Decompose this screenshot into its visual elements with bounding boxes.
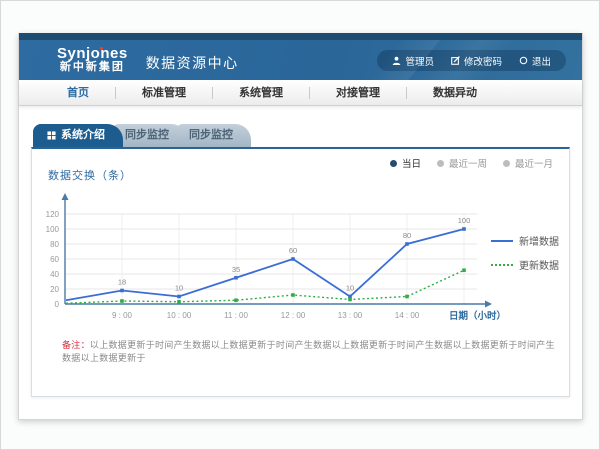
grid-icon [47,131,56,140]
radio-last-month-dot [503,160,510,167]
nav-item-interface-mgmt[interactable]: 对接管理 [310,87,407,99]
svg-text:9 : 00: 9 : 00 [112,311,133,320]
tab-sync-monitor-1-label: 同步监控 [125,124,169,147]
svg-text:120: 120 [46,210,60,219]
user-menu-admin[interactable]: 管理员 [392,54,434,68]
svg-text:60: 60 [289,246,297,255]
tab-system-intro-label: 系统介绍 [61,124,105,147]
radio-last-week[interactable]: 最近一周 [437,156,487,170]
logout-button[interactable]: 退出 [519,54,551,68]
nav-item-data-change[interactable]: 数据异动 [407,87,503,99]
user-menu-admin-label: 管理员 [405,54,434,68]
tab-bar: 系统介绍 同步监控 同步监控 [31,124,570,147]
svg-text:10: 10 [175,284,183,293]
logo-subtext: 新中新集团 [57,62,128,74]
user-toolbar: 管理员 修改密码 退出 [377,50,566,71]
radio-last-week-dot [437,160,444,167]
footnote-text: 以上数据更新于时间产生数据以上数据更新于时间产生数据以上数据更新于时间产生数据以… [62,340,555,363]
legend-updated-data-label: 更新数据 [519,257,559,272]
svg-text:0: 0 [55,300,60,309]
chart-panel: 当日 最近一周 最近一月 数据交换（条） 0 20 40 60 80 100 120 9 : … [31,147,570,397]
radio-last-month-label: 最近一月 [515,156,553,170]
nav-item-home[interactable]: 首页 [41,87,116,99]
chart-y-axis-title: 数据交换（条） [48,167,132,183]
chart-legend: 新增数据 更新数据 [491,233,559,272]
legend-line-dotted [491,264,513,266]
svg-text:80: 80 [50,240,59,249]
svg-text:80: 80 [403,231,411,240]
legend-new-data-label: 新增数据 [519,233,559,248]
svg-text:100: 100 [458,216,471,225]
user-icon [392,56,401,65]
tab-sync-monitor-2-label: 同步监控 [189,124,233,147]
svg-text:10: 10 [346,284,354,293]
svg-text:100: 100 [46,225,60,234]
change-password-label: 修改密码 [464,54,502,68]
content-area: 系统介绍 同步监控 同步监控 当日 最近一周 [19,106,582,397]
footnote-prefix: 备注： [62,340,90,350]
page-title: 数据资源中心 [146,47,239,73]
svg-text:20: 20 [50,285,59,294]
brand-logo: Synjones 新中新集团 [57,46,128,73]
nav-item-system-mgmt[interactable]: 系统管理 [213,87,310,99]
svg-text:35: 35 [232,265,240,274]
line-chart: 0 20 40 60 80 100 120 9 : 00 10 : 00 11 : 00 12 : … [40,184,510,334]
legend-line-solid [491,240,513,242]
power-icon [519,56,528,65]
radio-today-dot [390,160,397,167]
svg-text:18: 18 [118,278,126,287]
svg-text:60: 60 [50,255,59,264]
change-password-button[interactable]: 修改密码 [451,54,502,68]
logo-text: Synjones [57,46,128,62]
edit-icon [451,56,460,65]
svg-text:12 : 00: 12 : 00 [281,311,306,320]
screenshot-frame: { "brand": { "logo_text": "Synjones", "l… [0,0,600,450]
svg-text:40: 40 [50,270,59,279]
main-nav: 首页 标准管理 系统管理 对接管理 数据异动 [19,80,582,106]
footnote: 备注：以上数据更新于时间产生数据以上数据更新于时间产生数据以上数据更新于时间产生… [62,338,555,364]
legend-item-new-data[interactable]: 新增数据 [491,233,559,248]
logout-label: 退出 [532,54,551,68]
header-dark-strip [19,33,582,40]
svg-text:13 : 00: 13 : 00 [338,311,363,320]
radio-today-label: 当日 [402,156,421,170]
legend-item-updated-data[interactable]: 更新数据 [491,257,559,272]
nav-item-standard-mgmt[interactable]: 标准管理 [116,87,213,99]
svg-text:10 : 00: 10 : 00 [167,311,192,320]
page-card: Synjones 新中新集团 数据资源中心 管理员 修改密码 [18,33,583,420]
tab-system-intro[interactable]: 系统介绍 [33,124,123,147]
svg-text:11 : 00: 11 : 00 [224,311,248,320]
radio-today[interactable]: 当日 [390,156,421,170]
svg-text:14 : 00: 14 : 00 [395,311,420,320]
svg-text:日期（小时）: 日期（小时） [449,310,506,322]
radio-last-month[interactable]: 最近一月 [503,156,553,170]
time-range-filter: 当日 最近一周 最近一月 [390,156,553,170]
app-header: Synjones 新中新集团 数据资源中心 管理员 修改密码 [19,40,582,80]
radio-last-week-label: 最近一周 [449,156,487,170]
